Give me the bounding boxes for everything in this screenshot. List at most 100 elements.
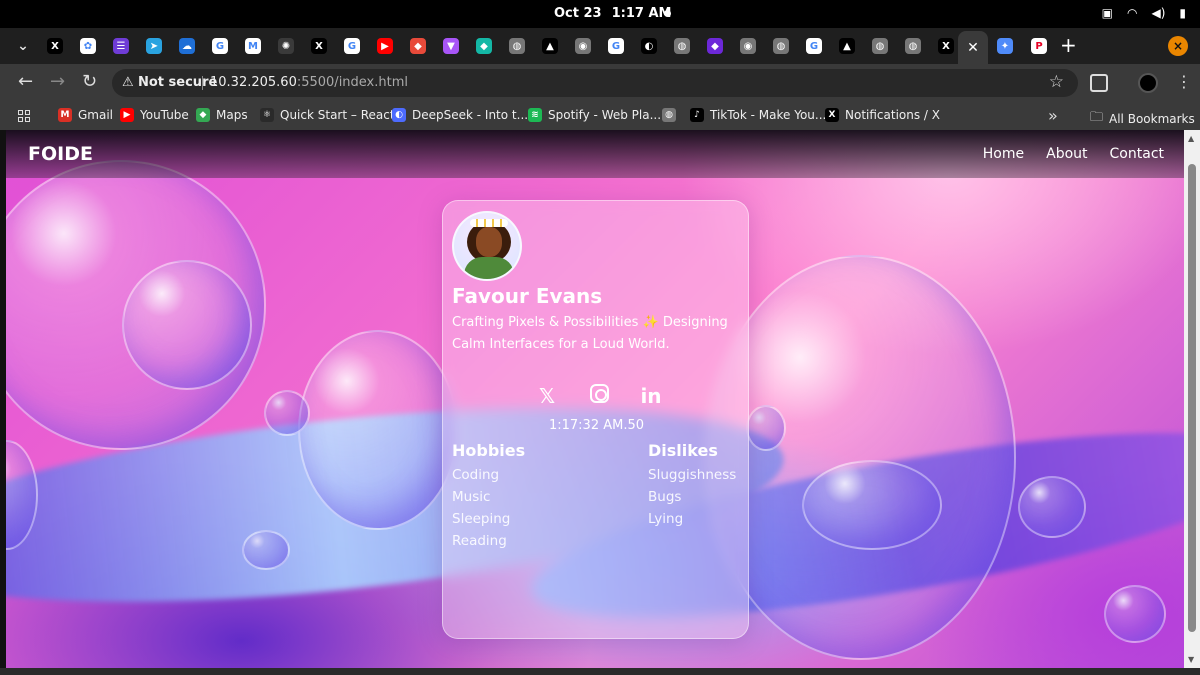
- browser-tab[interactable]: ▶: [372, 33, 398, 59]
- nav-about-link[interactable]: About: [1046, 146, 1087, 162]
- battery-icon[interactable]: ▮: [1179, 6, 1186, 20]
- dislike-item: Bugs: [648, 489, 682, 505]
- profile-avatar: [452, 211, 522, 281]
- browser-tab[interactable]: X: [306, 33, 332, 59]
- all-bookmarks-button[interactable]: 🗀 All Bookmarks: [1090, 108, 1195, 130]
- close-tab-icon[interactable]: ✕: [967, 40, 979, 56]
- warning-icon[interactable]: ⚠: [122, 75, 134, 90]
- reload-button[interactable]: ↻: [82, 72, 97, 92]
- browser-tab[interactable]: ◍: [768, 33, 794, 59]
- browser-tab[interactable]: ◍: [504, 33, 530, 59]
- nav-home-link[interactable]: Home: [983, 146, 1024, 162]
- bookmark-favicon-icon: ◆: [196, 108, 210, 122]
- browser-tab[interactable]: X: [933, 33, 959, 59]
- bookmark-star-icon[interactable]: ☆: [1049, 72, 1064, 92]
- browser-tab[interactable]: ◉: [570, 33, 596, 59]
- cube-icon: ◆: [410, 38, 426, 54]
- bookmark-label: Spotify - Web Pla...: [548, 108, 662, 122]
- google-icon: G: [212, 38, 228, 54]
- menu-kebab-icon[interactable]: ⋮: [1176, 72, 1192, 92]
- browser-tab[interactable]: ✺: [273, 33, 299, 59]
- profile-avatar-icon[interactable]: [1138, 73, 1158, 93]
- not-secure-label[interactable]: Not secure: [138, 75, 217, 90]
- background-bubble: [802, 460, 942, 550]
- browser-tab[interactable]: ◐: [636, 33, 662, 59]
- background-bubble: [264, 390, 310, 436]
- back-button[interactable]: ←: [18, 72, 33, 92]
- browser-tab[interactable]: ◍: [669, 33, 695, 59]
- browser-tab[interactable]: ◍: [867, 33, 893, 59]
- globe-icon: ◍: [509, 38, 525, 54]
- bookmark-item[interactable]: X Notifications / X: [825, 108, 940, 122]
- bookmark-item[interactable]: M Gmail: [58, 108, 113, 122]
- browser-tab[interactable]: G: [207, 33, 233, 59]
- more-bookmarks-icon[interactable]: »: [1048, 106, 1058, 125]
- bookmark-item[interactable]: ♪ TikTok - Make You...: [690, 108, 826, 122]
- browser-tab[interactable]: ➤: [141, 33, 167, 59]
- youtube-icon: ▶: [377, 38, 393, 54]
- browser-tab[interactable]: ☁: [174, 33, 200, 59]
- active-tab[interactable]: ✕: [958, 31, 988, 64]
- system-clock[interactable]: Oct 23 1:17 AM: [554, 6, 681, 21]
- system-top-bar: Oct 23 1:17 AM ▣ ◠ ◀) ▮: [0, 0, 1200, 28]
- volume-icon[interactable]: ◀): [1151, 6, 1165, 20]
- browser-tab[interactable]: ▲: [834, 33, 860, 59]
- dislike-item: Lying: [648, 511, 684, 527]
- browser-tab[interactable]: M: [240, 33, 266, 59]
- hobbies-section: Hobbies Coding Music Sleeping Reading: [452, 441, 525, 552]
- url-text[interactable]: 10.32.205.60:5500/index.html: [210, 75, 408, 90]
- forward-button[interactable]: →: [50, 72, 65, 92]
- system-tray[interactable]: ▣ ◠ ◀) ▮: [1102, 6, 1186, 20]
- browser-tab[interactable]: ◆: [702, 33, 728, 59]
- bookmark-favicon-icon: ▶: [120, 108, 134, 122]
- page-scrollbar[interactable]: ▲ ▼: [1184, 130, 1200, 668]
- apps-grid-icon[interactable]: [18, 110, 30, 122]
- scroll-up-icon[interactable]: ▲: [1188, 134, 1194, 143]
- linkedin-icon[interactable]: in: [640, 384, 662, 408]
- x-twitter-icon[interactable]: 𝕏: [536, 384, 558, 408]
- window-close-button[interactable]: ×: [1168, 36, 1188, 56]
- page-viewport: FOIDE Home About Contact Favour Evans Cr…: [6, 130, 1184, 668]
- address-separator: [202, 76, 203, 90]
- scroll-down-icon[interactable]: ▼: [1188, 655, 1194, 664]
- scrollbar-thumb[interactable]: [1188, 164, 1196, 632]
- bookmark-item[interactable]: ⚛ Quick Start – React: [260, 108, 395, 122]
- browser-tab[interactable]: ◍: [900, 33, 926, 59]
- tab-search-button[interactable]: ⌄: [10, 33, 36, 59]
- bookmark-item[interactable]: ◐ DeepSeek - Into t...: [392, 108, 528, 122]
- wifi-icon[interactable]: ◠: [1127, 6, 1137, 20]
- address-bar[interactable]: ⚠ Not secure 10.32.205.60:5500/index.htm…: [112, 69, 1078, 97]
- browser-tab[interactable]: X: [42, 33, 68, 59]
- bookmark-label: Quick Start – React: [280, 108, 395, 122]
- browser-tab[interactable]: ✦: [992, 33, 1018, 59]
- bookmark-label: Maps: [216, 108, 248, 122]
- gmail-icon: M: [245, 38, 261, 54]
- purple-icon: ◆: [707, 38, 723, 54]
- bookmark-item[interactable]: ▶ YouTube: [120, 108, 189, 122]
- display-icon[interactable]: ▣: [1102, 6, 1113, 20]
- extensions-icon[interactable]: [1090, 74, 1108, 92]
- browser-tab[interactable]: ◉: [735, 33, 761, 59]
- browser-tab[interactable]: G: [801, 33, 827, 59]
- notification-dot-icon: [664, 10, 671, 17]
- bookmark-item[interactable]: ◍: [662, 108, 676, 122]
- browser-tab[interactable]: ☰: [108, 33, 134, 59]
- browser-toolbar: ← → ↻ ⚠ Not secure 10.32.205.60:5500/ind…: [0, 64, 1200, 102]
- browser-tab[interactable]: P: [1026, 33, 1052, 59]
- browser-tab[interactable]: G: [603, 33, 629, 59]
- globe-icon: ◍: [674, 38, 690, 54]
- browser-tab[interactable]: ▼: [438, 33, 464, 59]
- new-tab-button[interactable]: +: [1060, 35, 1077, 55]
- browser-tab[interactable]: ▲: [537, 33, 563, 59]
- profile-card: Favour Evans Crafting Pixels & Possibili…: [442, 200, 749, 639]
- bookmark-item[interactable]: ◆ Maps: [196, 108, 248, 122]
- social-links: 𝕏 in: [536, 384, 662, 408]
- bookmark-item[interactable]: ≋ Spotify - Web Pla...: [528, 108, 661, 122]
- site-brand[interactable]: FOIDE: [28, 143, 93, 165]
- browser-tab[interactable]: ◆: [471, 33, 497, 59]
- browser-tab[interactable]: ✿: [75, 33, 101, 59]
- nav-contact-link[interactable]: Contact: [1110, 146, 1164, 162]
- browser-tab[interactable]: ◆: [405, 33, 431, 59]
- browser-tab[interactable]: G: [339, 33, 365, 59]
- instagram-icon[interactable]: [588, 384, 610, 408]
